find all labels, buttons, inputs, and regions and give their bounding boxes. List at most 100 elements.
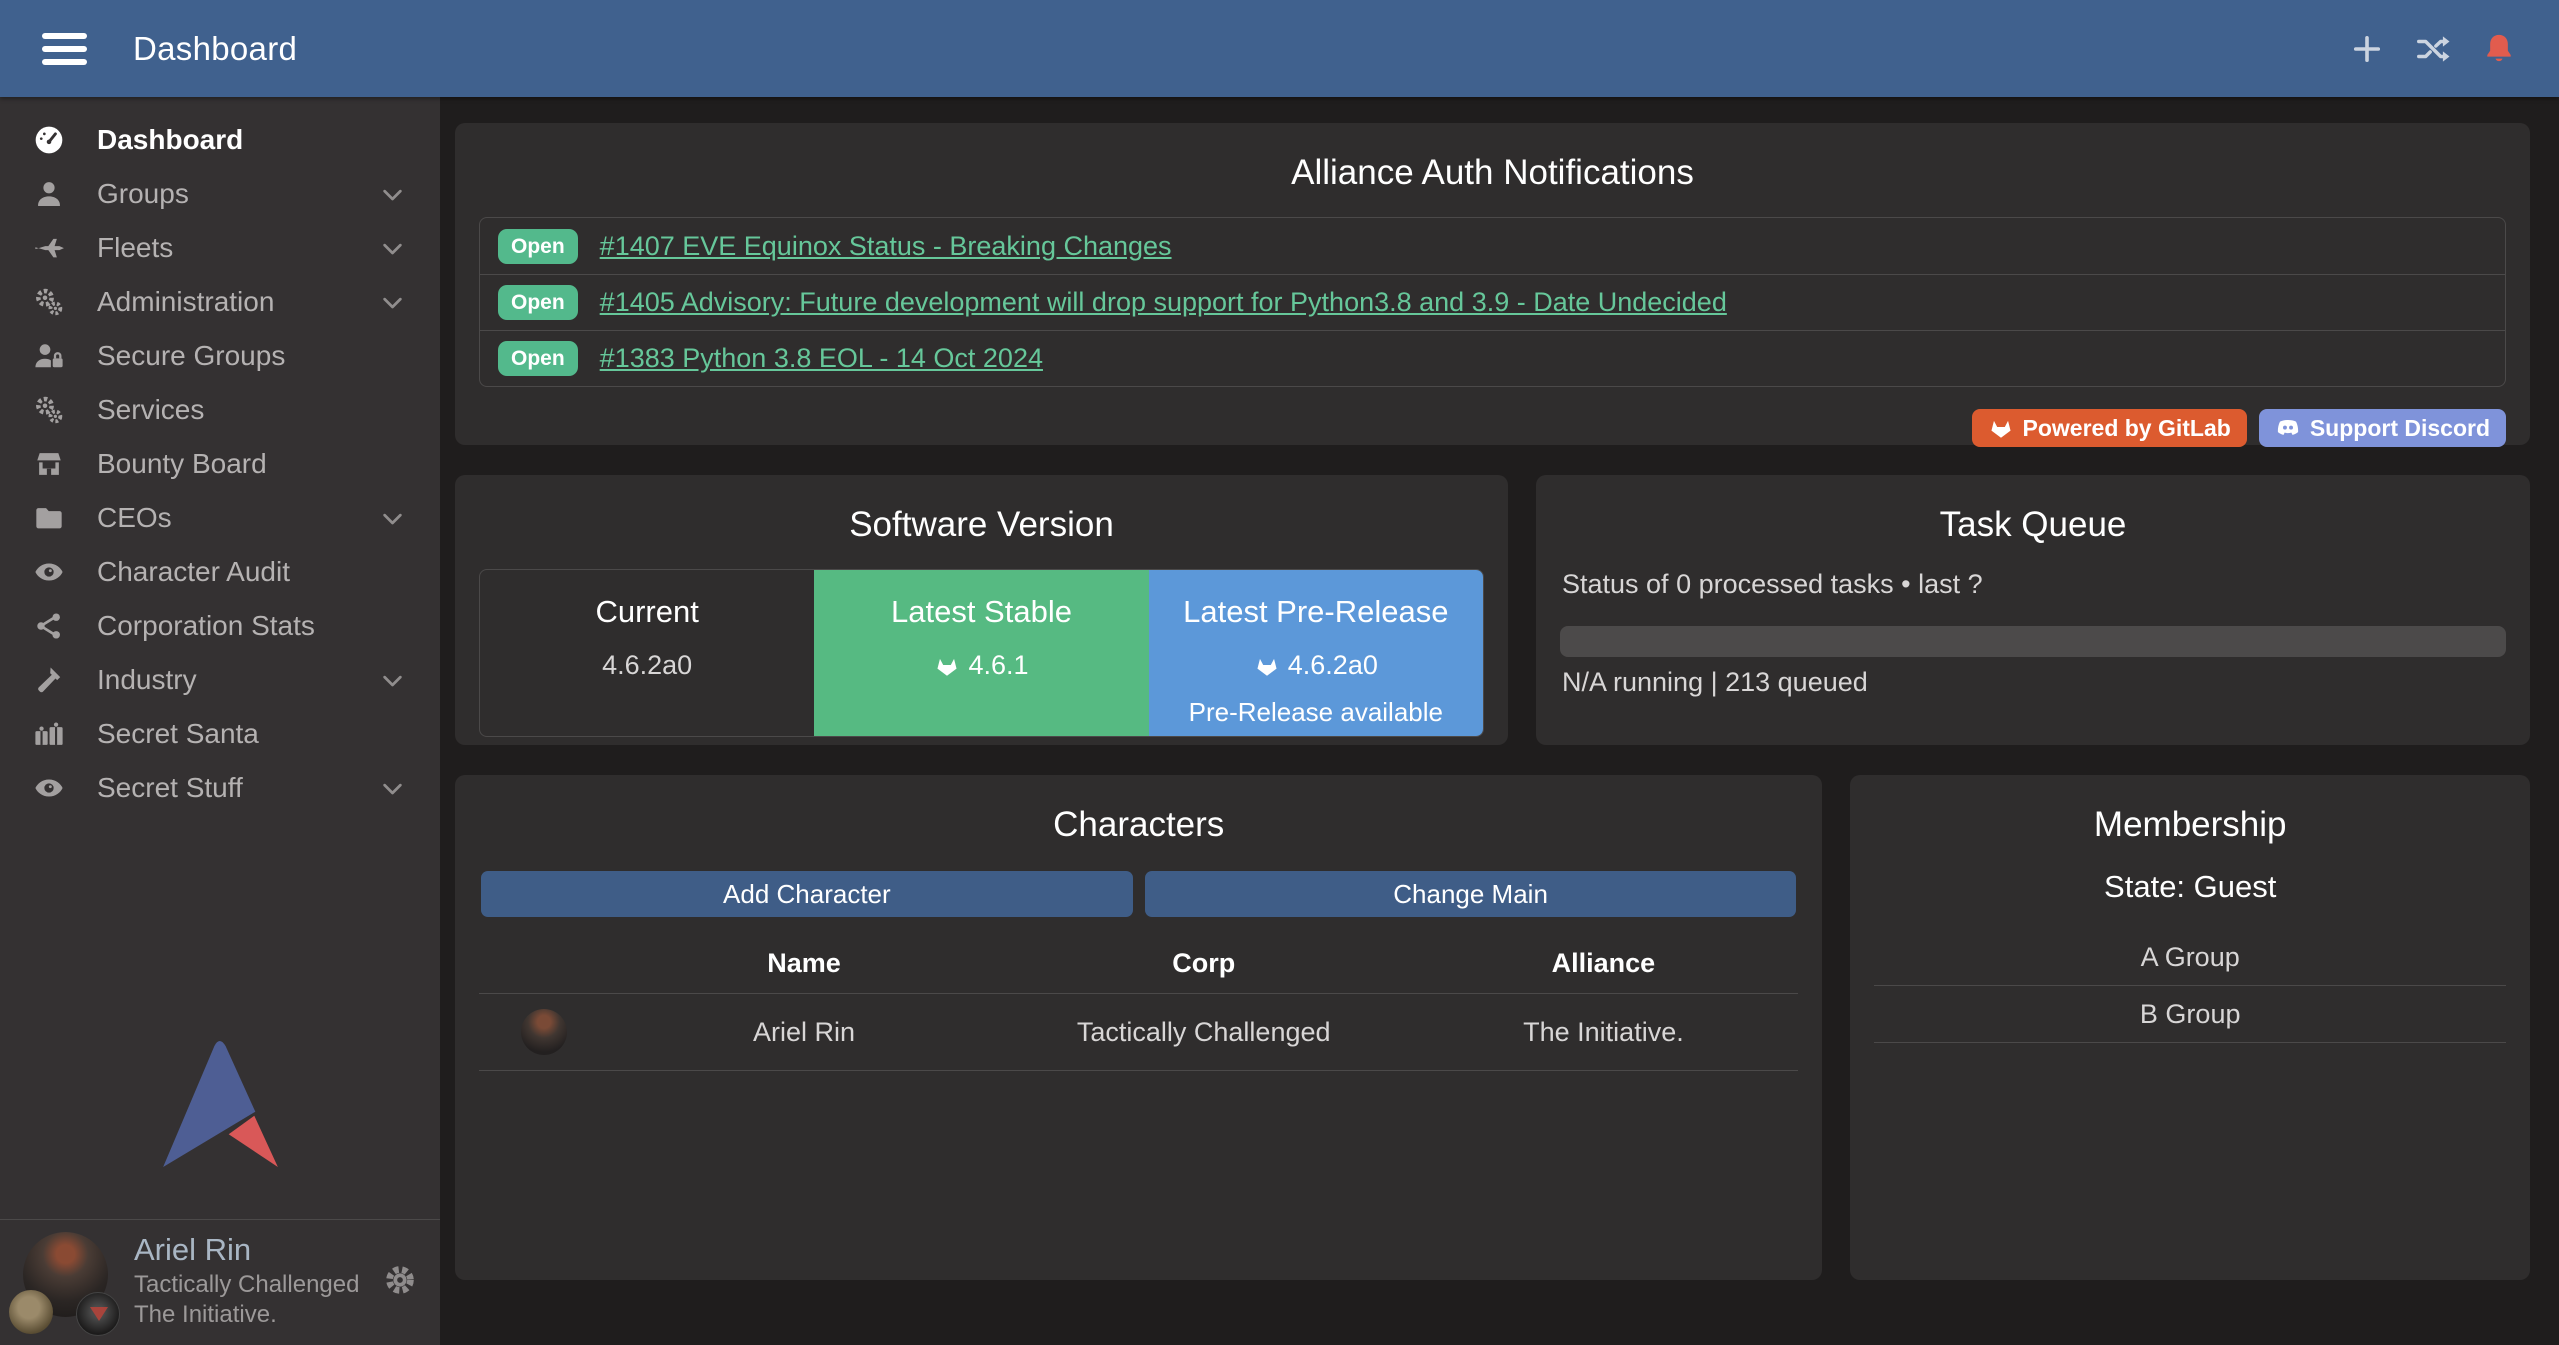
sidebar-item-fleets[interactable]: Fleets xyxy=(0,221,440,275)
characters-panel: Characters Add Character Change Main Nam… xyxy=(455,775,1822,1280)
sidebar-item-bounty-board[interactable]: Bounty Board xyxy=(0,437,440,491)
version-comparison-box: Current 4.6.2a0 Latest Stable 4.6.1 Late… xyxy=(479,569,1484,737)
shuffle-icon[interactable] xyxy=(2415,31,2451,67)
notifications-title: Alliance Auth Notifications xyxy=(479,153,2506,193)
sidebar-item-secret-stuff[interactable]: Secret Stuff xyxy=(0,761,440,815)
chevron-down-icon xyxy=(379,775,406,802)
task-queue-title: Task Queue xyxy=(1560,505,2506,545)
sidebar-item-label: Industry xyxy=(97,664,197,696)
eye-icon xyxy=(25,556,73,588)
group-list-item: A Group xyxy=(1874,929,2506,986)
membership-title: Membership xyxy=(1874,805,2506,845)
prerelease-note: Pre-Release available xyxy=(1149,697,1483,728)
column-title: Latest Stable xyxy=(814,594,1148,630)
user-corp: Tactically Challenged xyxy=(134,1270,359,1301)
external-badges: Powered by GitLab Support Discord xyxy=(479,409,2506,447)
alliance-auth-notifications-panel: Alliance Auth Notifications Open #1407 E… xyxy=(455,123,2530,445)
sidebar-nav: Dashboard Groups Fleets Administration xyxy=(0,97,440,815)
sidebar-item-industry[interactable]: Industry xyxy=(0,653,440,707)
header-name: Name xyxy=(609,948,999,979)
membership-state: State: Guest xyxy=(1874,869,2506,905)
sidebar-item-ceos[interactable]: CEOs xyxy=(0,491,440,545)
chevron-down-icon xyxy=(379,289,406,316)
sidebar-item-corporation-stats[interactable]: Corporation Stats xyxy=(0,599,440,653)
store-icon xyxy=(25,448,73,480)
change-main-button[interactable]: Change Main xyxy=(1145,871,1797,917)
task-progress-bar xyxy=(1560,626,2506,657)
user-lock-icon xyxy=(25,340,73,372)
membership-panel: Membership State: Guest A Group B Group xyxy=(1850,775,2530,1280)
cell-alliance: The Initiative. xyxy=(1408,1017,1798,1048)
version-number: 4.6.2a0 xyxy=(1288,650,1378,681)
user-icon xyxy=(25,178,73,210)
chevron-down-icon xyxy=(379,181,406,208)
sidebar-item-secret-santa[interactable]: Secret Santa xyxy=(0,707,440,761)
notification-row: Open #1383 Python 3.8 EOL - 14 Oct 2024 xyxy=(480,330,2505,386)
badge-label: Support Discord xyxy=(2310,415,2490,442)
add-character-button[interactable]: Add Character xyxy=(481,871,1133,917)
discord-icon xyxy=(2275,415,2301,441)
gauge-icon xyxy=(25,124,73,156)
folder-icon xyxy=(25,502,73,534)
notification-bell-icon[interactable] xyxy=(2481,31,2517,67)
chevron-down-icon xyxy=(379,235,406,262)
sidebar-item-label: Services xyxy=(97,394,204,426)
cell-name: Ariel Rin xyxy=(609,1017,999,1048)
latest-prerelease-column: Latest Pre-Release 4.6.2a0 Pre-Release a… xyxy=(1149,570,1483,736)
powered-by-gitlab-badge[interactable]: Powered by GitLab xyxy=(1972,409,2247,447)
menu-toggle-button[interactable] xyxy=(42,33,87,65)
sidebar-item-label: Administration xyxy=(97,286,274,318)
notification-link[interactable]: #1407 EVE Equinox Status - Breaking Chan… xyxy=(600,231,1172,262)
top-navbar: Dashboard xyxy=(0,0,2559,97)
user-alliance: The Initiative. xyxy=(134,1300,359,1331)
chevron-down-icon xyxy=(379,667,406,694)
support-discord-badge[interactable]: Support Discord xyxy=(2259,409,2506,447)
task-queue-counts: N/A running | 213 queued xyxy=(1562,667,2506,698)
sidebar-item-label: Secure Groups xyxy=(97,340,285,372)
column-title: Current xyxy=(480,594,814,630)
latest-stable-column: Latest Stable 4.6.1 xyxy=(814,570,1148,736)
sidebar-item-label: Character Audit xyxy=(97,556,290,588)
notification-link[interactable]: #1405 Advisory: Future development will … xyxy=(600,287,1727,318)
plus-icon[interactable] xyxy=(2349,31,2385,67)
gitlab-icon xyxy=(1254,653,1280,679)
sidebar-item-character-audit[interactable]: Character Audit xyxy=(0,545,440,599)
cell-corp: Tactically Challenged xyxy=(999,1017,1408,1048)
sidebar-item-label: Groups xyxy=(97,178,189,210)
chevron-down-icon xyxy=(379,505,406,532)
sidebar-item-dashboard[interactable]: Dashboard xyxy=(0,113,440,167)
gitlab-icon xyxy=(1988,415,2014,441)
sidebar-item-administration[interactable]: Administration xyxy=(0,275,440,329)
version-number: 4.6.2a0 xyxy=(602,650,692,681)
gears-icon xyxy=(25,286,73,318)
navbar-actions xyxy=(2349,31,2517,67)
table-row: Ariel Rin Tactically Challenged The Init… xyxy=(479,993,1798,1071)
column-title: Latest Pre-Release xyxy=(1149,594,1483,630)
gear-icon[interactable] xyxy=(382,1262,418,1298)
notification-link[interactable]: #1383 Python 3.8 EOL - 14 Oct 2024 xyxy=(600,343,1043,374)
user-name: Ariel Rin xyxy=(134,1230,359,1270)
alliance-auth-logo xyxy=(163,1040,278,1167)
sidebar-item-secure-groups[interactable]: Secure Groups xyxy=(0,329,440,383)
eye-icon xyxy=(25,772,73,804)
hammer-icon xyxy=(25,664,73,696)
current-version-column: Current 4.6.2a0 xyxy=(480,570,814,736)
character-buttons: Add Character Change Main xyxy=(481,871,1796,917)
user-footer: Ariel Rin Tactically Challenged The Init… xyxy=(0,1219,440,1345)
header-alliance: Alliance xyxy=(1408,948,1798,979)
sidebar-item-label: Secret Santa xyxy=(97,718,259,750)
user-meta: Ariel Rin Tactically Challenged The Init… xyxy=(134,1230,359,1331)
sidebar-item-label: Fleets xyxy=(97,232,173,264)
sidebar-item-groups[interactable]: Groups xyxy=(0,167,440,221)
notification-row: Open #1405 Advisory: Future development … xyxy=(480,274,2505,330)
gitlab-icon xyxy=(934,653,960,679)
software-version-title: Software Version xyxy=(479,505,1484,545)
task-queue-panel: Task Queue Status of 0 processed tasks •… xyxy=(1536,475,2530,745)
task-status-line: Status of 0 processed tasks • last ? xyxy=(1562,569,2506,600)
group-list-item: B Group xyxy=(1874,986,2506,1043)
version-number: 4.6.1 xyxy=(968,650,1028,681)
sidebar-item-services[interactable]: Services xyxy=(0,383,440,437)
group-list: A Group B Group xyxy=(1874,929,2506,1043)
notification-row: Open #1407 EVE Equinox Status - Breaking… xyxy=(480,218,2505,274)
characters-table: Name Corp Alliance Ariel Rin Tactically … xyxy=(479,933,1798,1071)
